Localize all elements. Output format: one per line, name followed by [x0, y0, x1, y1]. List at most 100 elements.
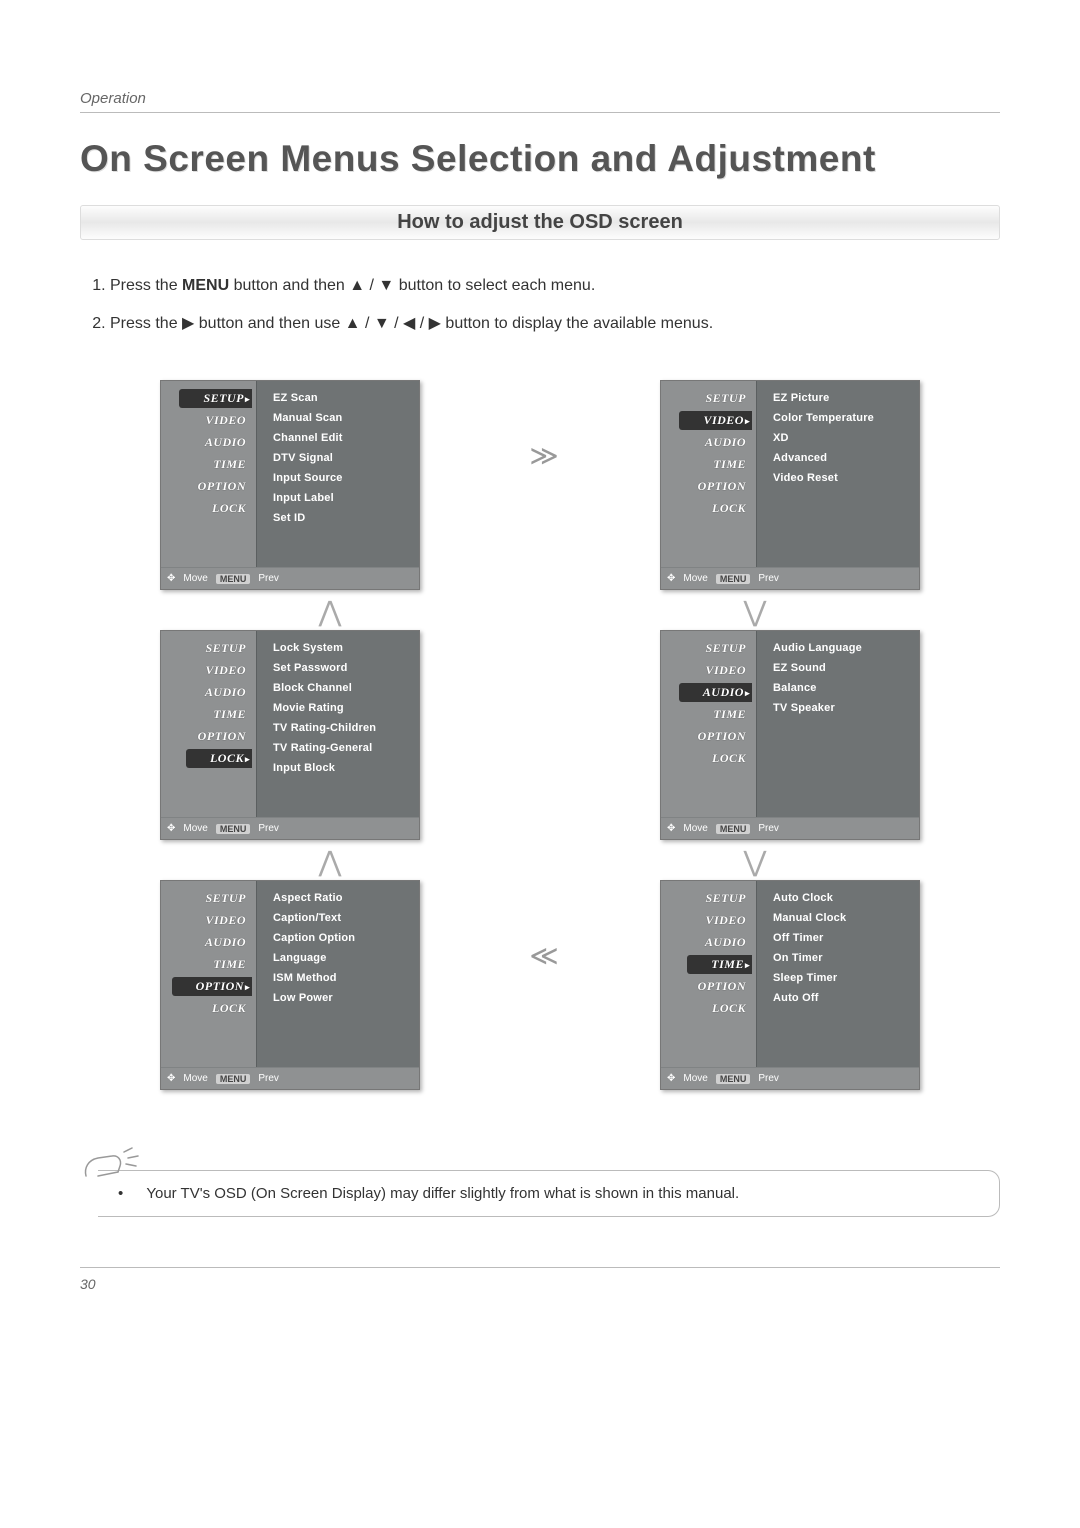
osd-tab-audio[interactable]: AUDIO	[181, 933, 252, 952]
osd-tab-lock[interactable]: LOCK	[688, 999, 752, 1018]
osd-menu-item[interactable]: Manual Clock	[769, 909, 919, 927]
osd-tab-icon	[690, 499, 708, 518]
note-box: Your TV's OSD (On Screen Display) may di…	[98, 1170, 1000, 1217]
osd-tab-setup[interactable]: SETUP	[681, 389, 752, 408]
osd-tab-label: SETUP	[203, 391, 244, 405]
osd-tab-setup[interactable]: SETUP▸	[179, 389, 252, 408]
page-title: On Screen Menus Selection and Adjustment	[80, 138, 1000, 180]
move-label: Move	[683, 823, 707, 834]
osd-tab-video[interactable]: VIDEO	[181, 411, 252, 430]
osd-menu-item[interactable]: Block Channel	[269, 679, 419, 697]
osd-menu-item[interactable]: Balance	[769, 679, 919, 697]
osd-tab-setup[interactable]: SETUP	[181, 889, 252, 908]
osd-tab-time[interactable]: TIME	[689, 455, 752, 474]
osd-menu-item[interactable]: EZ Picture	[769, 389, 919, 407]
osd-tab-option[interactable]: OPTION	[674, 477, 752, 496]
osd-tab-audio[interactable]: AUDIO	[681, 433, 752, 452]
osd-menu-item[interactable]: TV Speaker	[769, 699, 919, 717]
osd-tab-label: LOCK	[210, 751, 244, 765]
osd-tab-lock[interactable]: LOCK	[688, 749, 752, 768]
osd-tab-lock[interactable]: LOCK	[188, 499, 252, 518]
osd-menu-item[interactable]: Low Power	[269, 989, 419, 1007]
osd-menu-item[interactable]: Lock System	[269, 639, 419, 657]
osd-tab-lock[interactable]: LOCK	[688, 499, 752, 518]
osd-menu-item[interactable]: Caption/Text	[269, 909, 419, 927]
osd-menu-item[interactable]: TV Rating-General	[269, 739, 419, 757]
osd-tab-time[interactable]: TIME	[189, 455, 252, 474]
osd-panel-option: SETUP VIDEO AUDIO TIME OPTION▸ LOCK Aspect Rat…	[160, 880, 420, 1090]
osd-tab-icon	[690, 999, 708, 1018]
osd-tab-lock[interactable]: LOCK▸	[186, 749, 252, 768]
osd-menu-item[interactable]: On Timer	[769, 949, 919, 967]
osd-tab-video[interactable]: VIDEO	[181, 911, 252, 930]
osd-menu-item[interactable]: Video Reset	[769, 469, 919, 487]
osd-tab-option[interactable]: OPTION▸	[172, 977, 252, 996]
osd-menu-item[interactable]: Input Source	[269, 469, 419, 487]
osd-menu-item[interactable]: Language	[269, 949, 419, 967]
osd-menu-item[interactable]: ISM Method	[269, 969, 419, 987]
prev-label: Prev	[258, 823, 279, 834]
osd-content: Lock System Set Password Block Channel Movi…	[256, 631, 419, 817]
osd-menu-item[interactable]: Advanced	[769, 449, 919, 467]
osd-tab-setup[interactable]: SETUP	[681, 889, 752, 908]
move-label: Move	[683, 1073, 707, 1084]
osd-footer: ✥MoveMENUPrev	[661, 567, 919, 589]
osd-menu-item[interactable]: Aspect Ratio	[269, 889, 419, 907]
chevron-right-icon: ▸	[745, 688, 750, 698]
osd-tab-time[interactable]: TIME	[189, 705, 252, 724]
chevron-right-icon: ▸	[245, 754, 250, 764]
flow-arrow-right-icon: ≫	[525, 440, 555, 470]
osd-menu-item[interactable]: Set Password	[269, 659, 419, 677]
osd-tab-audio[interactable]: AUDIO▸	[679, 683, 752, 702]
osd-menu-item[interactable]: Set ID	[269, 509, 419, 527]
osd-menu-item[interactable]: Input Block	[269, 759, 419, 777]
osd-tab-audio[interactable]: AUDIO	[181, 433, 252, 452]
osd-tab-option[interactable]: OPTION	[674, 977, 752, 996]
osd-tab-option[interactable]: OPTION	[174, 727, 252, 746]
osd-tab-icon	[181, 389, 199, 408]
osd-tab-icon	[183, 433, 201, 452]
flow-arrow-up-icon: ⋀	[315, 596, 345, 626]
osd-menu-item[interactable]: Input Label	[269, 489, 419, 507]
osd-tab-video[interactable]: VIDEO	[681, 661, 752, 680]
osd-tab-video[interactable]: VIDEO▸	[679, 411, 752, 430]
osd-menu-item[interactable]: Channel Edit	[269, 429, 419, 447]
osd-tab-option[interactable]: OPTION	[174, 477, 252, 496]
osd-tab-setup[interactable]: SETUP	[181, 639, 252, 658]
osd-menu-item[interactable]: Color Temperature	[769, 409, 919, 427]
osd-tab-audio[interactable]: AUDIO	[181, 683, 252, 702]
instruction-step: Press the MENU button and then ▲ / ▼ but…	[110, 270, 1000, 302]
chevron-right-icon: ▸	[245, 394, 250, 404]
osd-tab-icon	[190, 499, 208, 518]
osd-tab-video[interactable]: VIDEO	[181, 661, 252, 680]
osd-tab-icon	[690, 749, 708, 768]
osd-menu-item[interactable]: Movie Rating	[269, 699, 419, 717]
osd-menu-item[interactable]: Manual Scan	[269, 409, 419, 427]
osd-menu-item[interactable]: Off Timer	[769, 929, 919, 947]
osd-menu-item[interactable]: TV Rating-Children	[269, 719, 419, 737]
osd-tab-icon	[183, 639, 201, 658]
prev-label: Prev	[758, 1073, 779, 1084]
osd-menu-item[interactable]: DTV Signal	[269, 449, 419, 467]
osd-tab-label: LOCK	[712, 1001, 746, 1015]
osd-menu-item[interactable]: EZ Scan	[269, 389, 419, 407]
osd-tab-option[interactable]: OPTION	[674, 727, 752, 746]
osd-menu-item[interactable]: EZ Sound	[769, 659, 919, 677]
osd-menu-item[interactable]: Caption Option	[269, 929, 419, 947]
osd-menu-item[interactable]: XD	[769, 429, 919, 447]
osd-tab-label: LOCK	[712, 751, 746, 765]
osd-menu-item[interactable]: Sleep Timer	[769, 969, 919, 987]
osd-tab-audio[interactable]: AUDIO	[681, 933, 752, 952]
osd-menu-item[interactable]: Audio Language	[769, 639, 919, 657]
note-section: Your TV's OSD (On Screen Display) may di…	[80, 1170, 1000, 1217]
osd-tab-time[interactable]: TIME	[689, 705, 752, 724]
osd-menu-item[interactable]: Auto Off	[769, 989, 919, 1007]
osd-tab-setup[interactable]: SETUP	[681, 639, 752, 658]
osd-tab-lock[interactable]: LOCK	[188, 999, 252, 1018]
osd-tab-video[interactable]: VIDEO	[681, 911, 752, 930]
osd-tab-label: OPTION	[196, 979, 244, 993]
osd-tab-time[interactable]: TIME	[189, 955, 252, 974]
osd-menu-item[interactable]: Auto Clock	[769, 889, 919, 907]
osd-tab-time[interactable]: TIME▸	[687, 955, 752, 974]
prev-label: Prev	[758, 823, 779, 834]
